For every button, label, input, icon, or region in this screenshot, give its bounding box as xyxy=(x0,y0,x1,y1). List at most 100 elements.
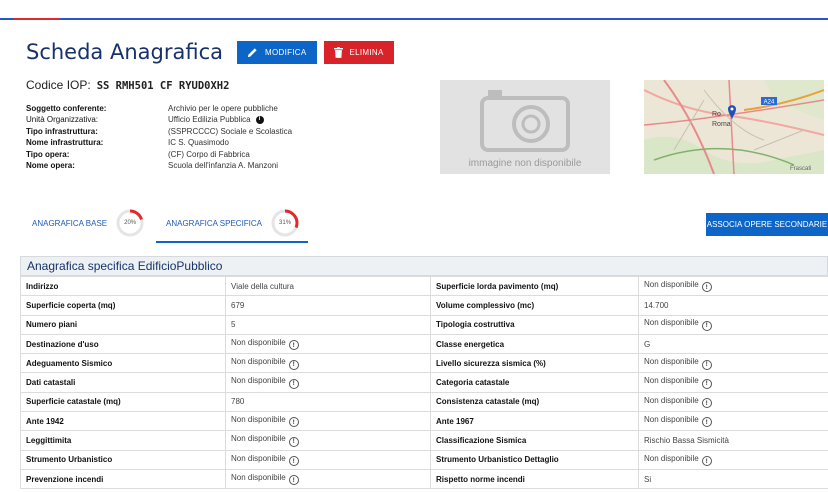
field-value: 679 xyxy=(225,295,431,316)
field-label: Leggittimita xyxy=(20,430,226,451)
info-icon[interactable]: ! xyxy=(701,378,712,389)
cell-text: Non disponibile xyxy=(644,376,699,386)
table-row: Dati catastali Non disponibile! Categoria … xyxy=(20,372,828,393)
info-label: Tipo infrastruttura: xyxy=(26,126,98,136)
modifica-button-label: MODIFICA xyxy=(265,47,307,57)
info-icon[interactable]: ! xyxy=(701,398,712,409)
table-row: Prevenzione incendi Non disponibile! Rispe… xyxy=(20,468,828,490)
info-value: (SSPRCCCC) Sociale e Scolastica xyxy=(168,126,293,136)
info-icon[interactable]: ! xyxy=(288,475,299,486)
cell-text: Non disponibile xyxy=(644,453,699,463)
info-icon[interactable]: ! xyxy=(701,282,712,293)
info-value-wrap: Ufficio Edilizia Pubblica i xyxy=(168,114,264,125)
spec-panel: Anagrafica specifica EdificioPubblico In… xyxy=(20,256,828,490)
field-value: Non disponibile! xyxy=(225,372,431,393)
info-icon[interactable]: ! xyxy=(288,340,299,351)
header-accent-red xyxy=(14,18,60,20)
field-label: Superficie catastale (mq) xyxy=(20,391,226,413)
cell-text: Non disponibile xyxy=(231,453,286,463)
cell-text: 679 xyxy=(231,300,245,310)
field-value: 5 xyxy=(225,314,431,335)
info-row-soggetto: Soggetto conferente: Archivio per le ope… xyxy=(26,103,292,114)
cell-text: Non disponibile xyxy=(644,318,699,328)
map-graphic: A24 Ro Roma Frascati xyxy=(644,80,824,174)
no-image-label: immagine non disponibile xyxy=(468,158,582,169)
table-row: Adeguamento Sismico Non disponibile! Livel… xyxy=(20,353,828,374)
field-label: Ante 1942 xyxy=(20,411,226,432)
cell-text: Classe energetica xyxy=(436,339,505,349)
info-icon[interactable]: ! xyxy=(701,320,712,331)
field-value: Non disponibile! xyxy=(638,372,828,393)
gauge-label: 20% xyxy=(124,220,137,226)
field-value: Non disponibile! xyxy=(638,314,828,335)
table-row: Strumento Urbanistico Non disponibile! Str… xyxy=(20,449,828,470)
cell-text: Non disponibile xyxy=(644,395,699,405)
field-label: Adeguamento Sismico xyxy=(20,353,226,374)
codice-iop-label: Codice IOP: xyxy=(26,78,91,92)
cell-text: Non disponibile xyxy=(644,414,699,424)
field-label: Rispetto norme incendi xyxy=(430,468,639,490)
field-value: Non disponibile! xyxy=(225,468,431,490)
cell-text: Categoria catastale xyxy=(436,378,510,388)
field-label: Superficie lorda pavimento (mq) xyxy=(430,275,639,297)
cell-text: Non disponibile xyxy=(644,357,699,367)
cell-text: Dati catastali xyxy=(26,378,76,388)
field-label: Prevenzione incendi xyxy=(20,468,226,490)
field-label: Superficie coperta (mq) xyxy=(20,295,226,316)
info-value: Scuola dell'infanzia A. Manzoni xyxy=(168,161,279,171)
table-row: Superficie catastale (mq) 780 Consistenza … xyxy=(20,391,828,413)
cell-text: Non disponibile xyxy=(231,337,286,347)
tab-anagrafica-base[interactable]: ANAGRAFICA BASE 20% xyxy=(32,203,145,243)
info-icon[interactable]: ! xyxy=(701,359,712,370)
info-icon[interactable]: ! xyxy=(288,378,299,389)
field-label: Livello sicurezza sismica (%) xyxy=(430,353,639,374)
table-row: Ante 1942 Non disponibile! Ante 1967 Non di… xyxy=(20,411,828,432)
cell-text: Rispetto norme incendi xyxy=(436,474,525,484)
info-icon[interactable]: ! xyxy=(288,456,299,467)
cell-text: Rischio Bassa Sismicità xyxy=(644,436,729,446)
field-value: Rischio Bassa Sismicità xyxy=(638,430,828,451)
info-row-nome-opera: Nome opera: Scuola dell'infanzia A. Manz… xyxy=(26,160,292,171)
map-place-label: Frascati xyxy=(790,166,811,172)
cell-text: Adeguamento Sismico xyxy=(26,358,113,368)
spec-table: Indirizzo Viale della cultura Superficie l… xyxy=(20,275,828,490)
field-value: Non disponibile! xyxy=(225,353,431,374)
field-value: G xyxy=(638,333,828,355)
cell-text: Strumento Urbanistico Dettaglio xyxy=(436,455,559,465)
table-row: Indirizzo Viale della cultura Superficie l… xyxy=(20,275,828,297)
location-map[interactable]: A24 Ro Roma Frascati xyxy=(644,80,824,174)
info-icon[interactable]: i xyxy=(255,116,264,125)
tab-label: ANAGRAFICA BASE xyxy=(32,218,108,228)
cell-text: Non disponibile xyxy=(231,434,286,444)
pencil-icon xyxy=(247,47,257,57)
info-icon[interactable]: ! xyxy=(288,359,299,370)
field-value: 780 xyxy=(225,391,431,413)
cell-text: Non disponibile xyxy=(231,357,286,367)
cell-text: Leggittimita xyxy=(26,436,72,446)
info-list: Soggetto conferente: Archivio per le ope… xyxy=(26,103,292,171)
codice-iop: Codice IOP: SS RMH501 CF RYUD0XH2 xyxy=(26,78,229,92)
field-label: Strumento Urbanistico Dettaglio xyxy=(430,449,639,470)
associa-opere-secondarie-button[interactable]: ASSOCIA OPERE SECONDARIE xyxy=(706,213,828,236)
tab-anagrafica-specifica[interactable]: ANAGRAFICA SPECIFICA 31% xyxy=(166,203,300,243)
info-icon[interactable]: ! xyxy=(288,417,299,428)
cell-text: Classificazione Sismica xyxy=(436,436,527,446)
info-icon[interactable]: ! xyxy=(288,436,299,447)
cell-text: Superficie lorda pavimento (mq) xyxy=(436,281,559,291)
info-icon[interactable]: ! xyxy=(701,417,712,428)
cell-text: Strumento Urbanistico xyxy=(26,455,113,465)
progress-gauge: 31% xyxy=(270,208,300,238)
tab-bar: ANAGRAFICA BASE 20% ANAGRAFICA SPECIFICA… xyxy=(20,203,310,243)
info-row-unita: Unità Organizzativa: Ufficio Edilizia Pu… xyxy=(26,114,292,125)
spec-panel-title: Anagrafica specifica EdificioPubblico xyxy=(20,256,828,276)
codice-iop-value: SS RMH501 CF RYUD0XH2 xyxy=(96,80,230,92)
info-value: Archivio per le opere pubbliche xyxy=(168,104,278,113)
cell-text: 14.700 xyxy=(644,300,669,310)
title-row: Scheda Anagrafica MODIFICA ELIMINA xyxy=(26,40,401,64)
cell-text: 5 xyxy=(231,320,236,330)
field-label: Volume complessivo (mc) xyxy=(430,295,639,316)
elimina-button[interactable]: ELIMINA xyxy=(323,40,394,64)
info-icon[interactable]: ! xyxy=(701,456,712,467)
field-value: 14.700 xyxy=(638,295,828,316)
modifica-button[interactable]: MODIFICA xyxy=(237,40,317,64)
